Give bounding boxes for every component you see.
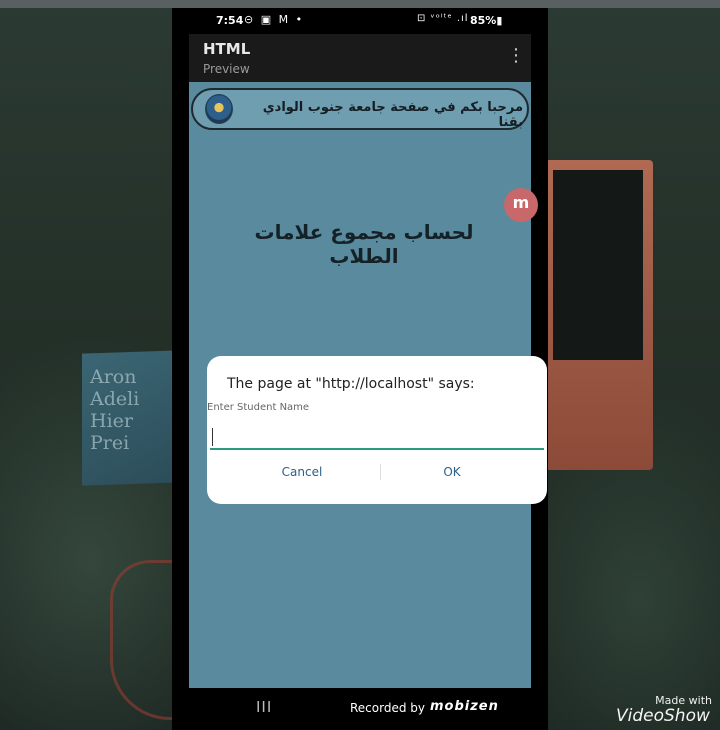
recorded-by-label: Recorded by — [350, 701, 425, 715]
prompt-dialog: The page at "http://localhost" says: Ent… — [207, 356, 547, 504]
app-title: HTML — [203, 40, 251, 58]
top-strip — [0, 0, 720, 8]
signal-icons: ⊡ ᵛᵒˡᵗᵉ .ıl — [417, 13, 469, 24]
page-heading: لحساب مجموع علامات الطلاب — [254, 220, 474, 268]
mobizen-floating-icon[interactable]: m — [504, 188, 538, 222]
notification-icons: ⊝ ▣ M • — [244, 13, 305, 26]
university-logo-icon — [205, 94, 233, 124]
status-time: 7:54 — [216, 14, 244, 27]
dialog-title: The page at "http://localhost" says: — [227, 376, 475, 392]
mobizen-logo: mobizen — [430, 699, 499, 714]
student-name-input[interactable] — [210, 420, 544, 450]
navigation-bar: III Recorded by mobizen — [172, 688, 548, 730]
university-banner: مرحبا بكم في صفحة جامعة جنوب الوادي بقنا — [191, 88, 529, 130]
ok-button[interactable]: OK — [397, 460, 507, 484]
background-book-title: Aron Adeli Hier Prei — [90, 366, 140, 454]
prompt-label: Enter Student Name — [207, 402, 310, 413]
phone-screen: 7:54 ⊝ ▣ M • ⊡ ᵛᵒˡᵗᵉ .ıl 85%▮ HTML Previ… — [172, 8, 548, 730]
app-bar: HTML Preview ⋮ — [189, 34, 531, 82]
recent-apps-icon[interactable]: III — [256, 698, 272, 716]
cancel-button[interactable]: Cancel — [247, 460, 357, 484]
text-cursor — [212, 428, 213, 446]
button-divider — [380, 464, 381, 480]
background-laptop-screen — [553, 170, 643, 360]
banner-welcome-text: مرحبا بكم في صفحة جامعة جنوب الوادي بقنا — [262, 100, 523, 130]
videoshow-logo: VideoShow — [616, 706, 710, 726]
html-preview-webview: مرحبا بكم في صفحة جامعة جنوب الوادي بقنا… — [189, 82, 547, 688]
app-subtitle: Preview — [203, 62, 250, 76]
more-options-icon[interactable]: ⋮ — [507, 46, 525, 66]
battery-icon: 85%▮ — [470, 14, 503, 27]
status-bar: 7:54 ⊝ ▣ M • ⊡ ᵛᵒˡᵗᵉ .ıl 85%▮ — [172, 8, 548, 34]
